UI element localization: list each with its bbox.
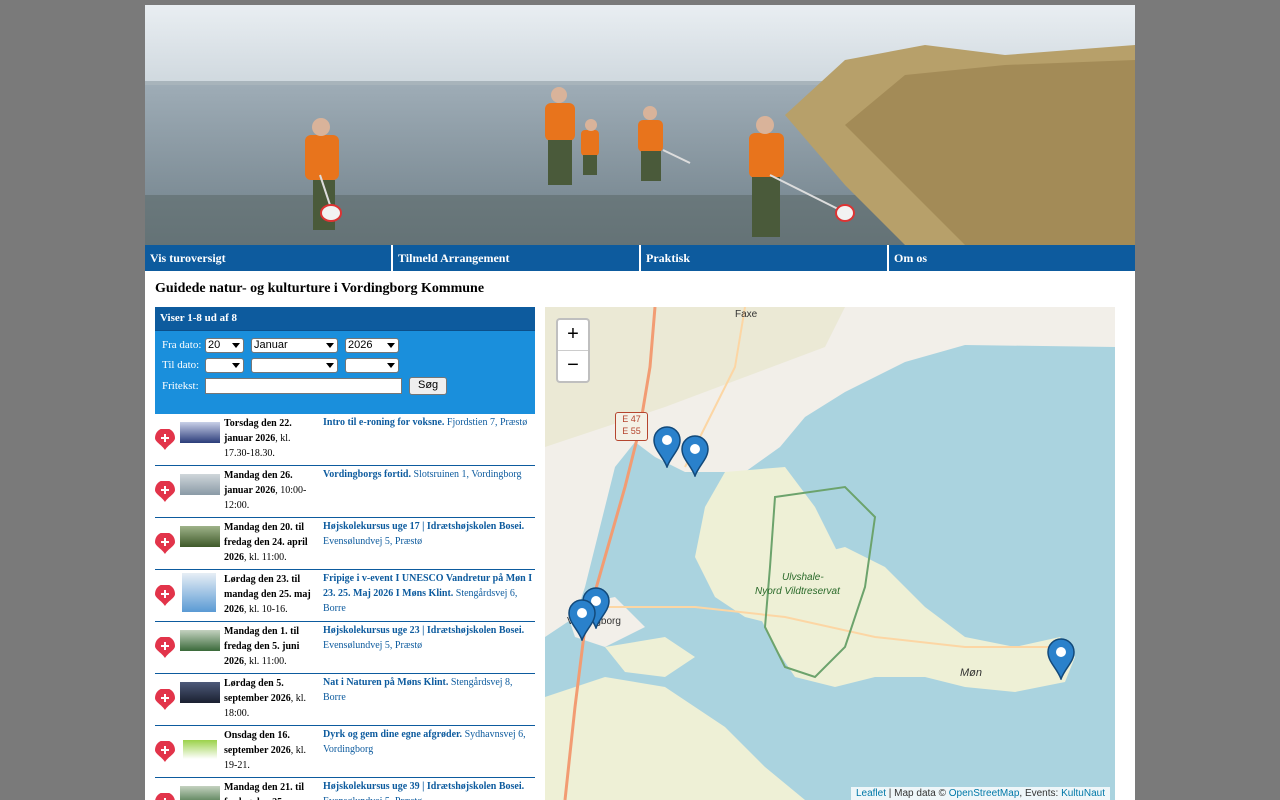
event-date: Lørdag den 23. til mandag den 25. maj 20… (224, 574, 311, 615)
map-label-faxe: Faxe (735, 309, 758, 320)
filter-form: Fra dato: 20 Januar 2026 Til dato: Frite… (155, 330, 535, 414)
event-title[interactable]: Højskolekursus uge 17 | Idrætshøjskolen … (323, 521, 524, 532)
page: Vis turoversigt Tilmeld Arrangement Prak… (145, 5, 1135, 800)
add-to-calendar-icon[interactable] (155, 429, 175, 451)
event-date: Torsdag den 22. januar 2026, kl. 17.30-1… (224, 418, 292, 459)
zoom-in-button[interactable]: + (558, 320, 588, 351)
event-thumbnail[interactable] (180, 682, 220, 703)
map-attribution: Leaflet | Map data © OpenStreetMap, Even… (850, 787, 1110, 800)
event-date: Mandag den 20. til fredag den 24. april … (224, 522, 308, 563)
event-row[interactable]: Mandag den 20. til fredag den 24. april … (155, 518, 535, 570)
event-place: Evensølundvej 5, Præstø (323, 796, 422, 800)
event-date: Mandag den 21. til fredag den 25. septem… (224, 782, 305, 800)
kultunaut-link[interactable]: KultuNaut (1061, 788, 1105, 799)
map-canvas (545, 307, 1115, 800)
event-thumbnail[interactable] (183, 740, 217, 759)
from-day-select[interactable]: 20 (205, 337, 244, 353)
to-date-label: Til dato: (162, 359, 200, 371)
event-description[interactable]: Dyrk og gem dine egne afgrøder. Sydhavns… (323, 727, 535, 757)
add-to-calendar-icon[interactable] (155, 689, 175, 711)
freetext-input[interactable] (205, 378, 402, 394)
to-day-select[interactable] (205, 357, 244, 373)
event-row[interactable]: Onsdag den 16. september 2026, kl. 19-21… (155, 726, 535, 778)
add-to-calendar-icon[interactable] (155, 481, 175, 503)
event-place: Evensølundvej 5, Præstø (323, 640, 423, 651)
event-description[interactable]: Højskolekursus uge 17 | Idrætshøjskolen … (323, 519, 535, 549)
event-title[interactable]: Højskolekursus uge 39 | Idrætshøjskolen … (323, 781, 524, 792)
event-thumbnail[interactable] (180, 786, 220, 800)
event-title[interactable]: Nat i Naturen på Møns Klint. (323, 677, 448, 688)
event-description[interactable]: Nat i Naturen på Møns Klint. Stengårdsve… (323, 675, 535, 705)
from-date-label: Fra dato: (162, 339, 202, 351)
road-shield: E 47 E 55 (615, 412, 648, 441)
event-title[interactable]: Højskolekursus uge 23 | Idrætshøjskolen … (323, 625, 524, 636)
attribution-text-1: | Map data © (886, 788, 949, 799)
leaflet-link[interactable]: Leaflet (856, 788, 886, 799)
nav-item-praktisk[interactable]: Praktisk (641, 245, 889, 271)
from-year-select[interactable]: 2026 (345, 337, 399, 353)
event-list: Torsdag den 22. januar 2026, kl. 17.30-1… (155, 414, 535, 800)
event-title[interactable]: Dyrk og gem dine egne afgrøder. (323, 729, 462, 740)
add-to-calendar-icon[interactable] (155, 637, 175, 659)
road-label-e47: E 47 (622, 414, 641, 424)
zoom-control: + − (556, 318, 590, 383)
event-description[interactable]: Højskolekursus uge 39 | Idrætshøjskolen … (323, 779, 535, 800)
map-marker[interactable] (568, 599, 596, 641)
event-place: Fjordstien 7, Præstø (444, 417, 528, 428)
osm-link[interactable]: OpenStreetMap (949, 788, 1020, 799)
to-year-select[interactable] (345, 357, 399, 373)
event-row[interactable]: Lørdag den 23. til mandag den 25. maj 20… (155, 570, 535, 622)
event-row[interactable]: Mandag den 21. til fredag den 25. septem… (155, 778, 535, 800)
result-count: Viser 1-8 ud af 8 (155, 307, 535, 330)
event-row[interactable]: Lørdag den 5. september 2026, kl. 18:00.… (155, 674, 535, 726)
add-to-calendar-icon[interactable] (155, 793, 175, 800)
add-to-calendar-icon[interactable] (155, 585, 175, 607)
add-to-calendar-icon[interactable] (155, 741, 175, 763)
map-label-nyord: Nyord Vildtreservat (755, 586, 840, 597)
event-thumbnail[interactable] (182, 573, 216, 612)
freetext-label: Fritekst: (162, 380, 199, 392)
page-title: Guidede natur- og kulturture i Vordingbo… (155, 281, 485, 296)
event-description[interactable]: Vordingborgs fortid. Slotsruinen 1, Vord… (323, 467, 535, 482)
event-description[interactable]: Fripige i v-event I UNESCO Vandretur på … (323, 571, 535, 616)
event-date: Onsdag den 16. september 2026, kl. 19-21… (224, 730, 307, 771)
attribution-text-2: , Events: (1019, 788, 1062, 799)
event-row[interactable]: Mandag den 1. til fredag den 5. juni 202… (155, 622, 535, 674)
event-panel: Viser 1-8 ud af 8 Fra dato: 20 Januar 20… (155, 307, 535, 800)
hero-image (145, 5, 1135, 245)
event-date: Lørdag den 5. september 2026, kl. 18:00. (224, 678, 307, 719)
event-place: Evensølundvej 5, Præstø (323, 536, 423, 547)
event-description[interactable]: Højskolekursus uge 23 | Idrætshøjskolen … (323, 623, 535, 653)
event-thumbnail[interactable] (180, 526, 220, 547)
map-label-mon: Møn (960, 667, 982, 679)
zoom-out-button[interactable]: − (558, 351, 588, 381)
search-button[interactable]: Søg (409, 377, 448, 395)
map-label-ulvshale: Ulvshale- (782, 572, 824, 583)
event-title[interactable]: Intro til e-roning for voksne. (323, 417, 444, 428)
to-month-select[interactable] (251, 357, 338, 373)
map-marker[interactable] (681, 435, 709, 477)
event-description[interactable]: Intro til e-roning for voksne. Fjordstie… (323, 415, 535, 430)
event-thumbnail[interactable] (180, 422, 220, 443)
add-to-calendar-icon[interactable] (155, 533, 175, 555)
event-date: Mandag den 1. til fredag den 5. juni 202… (224, 626, 300, 667)
event-date: Mandag den 26. januar 2026, 10:00-12:00. (224, 470, 307, 511)
event-place: Slotsruinen 1, Vordingborg (410, 469, 522, 480)
from-month-select[interactable]: Januar (251, 337, 338, 353)
main-nav: Vis turoversigt Tilmeld Arrangement Prak… (145, 245, 1135, 271)
nav-item-tilmeld[interactable]: Tilmeld Arrangement (393, 245, 641, 271)
event-row[interactable]: Mandag den 26. januar 2026, 10:00-12:00.… (155, 466, 535, 518)
map-marker[interactable] (653, 426, 681, 468)
map-marker[interactable] (1047, 638, 1075, 680)
nav-item-turoversigt[interactable]: Vis turoversigt (145, 245, 393, 271)
event-title[interactable]: Vordingborgs fortid. (323, 469, 411, 480)
event-row[interactable]: Torsdag den 22. januar 2026, kl. 17.30-1… (155, 414, 535, 466)
nav-item-om-os[interactable]: Om os (889, 245, 1135, 271)
road-label-e55: E 55 (622, 426, 641, 436)
event-thumbnail[interactable] (180, 630, 220, 651)
event-thumbnail[interactable] (180, 474, 220, 495)
map[interactable]: Faxe E 47 E 55 Ulvshale- Nyord Vildtrese… (545, 307, 1115, 800)
